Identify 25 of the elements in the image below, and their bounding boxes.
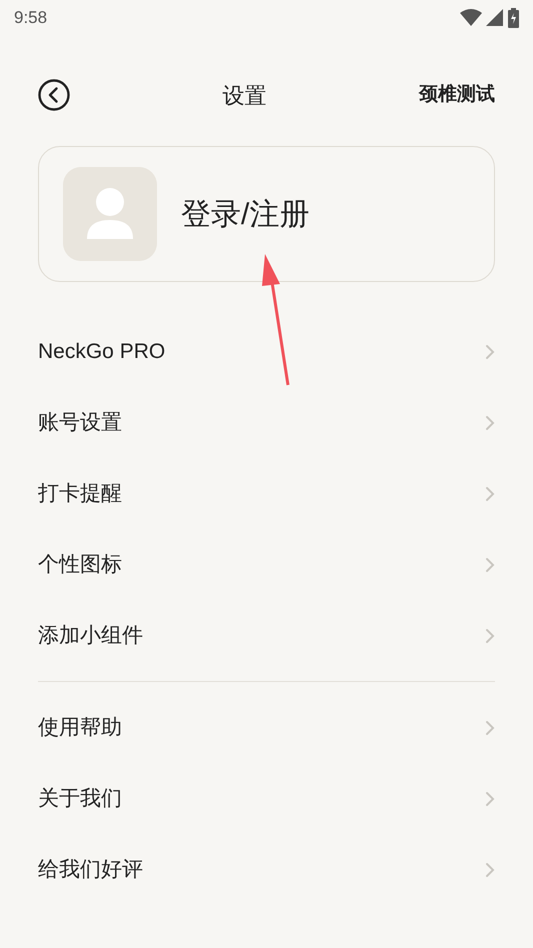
back-icon <box>38 79 70 111</box>
chevron-right-icon <box>485 628 495 644</box>
menu-item[interactable]: 给我们好评 <box>0 834 533 905</box>
status-time: 9:58 <box>14 7 48 30</box>
chevron-right-icon <box>485 862 495 878</box>
menu-item[interactable]: NeckGo PRO <box>0 316 533 387</box>
chevron-right-icon <box>485 790 495 806</box>
chevron-right-icon <box>485 556 495 572</box>
neck-test-button[interactable]: 颈椎测试 <box>419 80 495 110</box>
login-card[interactable]: 登录/注册 <box>38 146 495 282</box>
page-title: 设置 <box>222 82 266 110</box>
menu-item[interactable]: 账号设置 <box>0 387 533 458</box>
wifi-icon <box>460 9 482 27</box>
signal-icon <box>486 9 504 27</box>
chevron-right-icon <box>485 414 495 430</box>
back-button[interactable] <box>38 79 70 111</box>
menu-item[interactable]: 关于我们 <box>0 763 533 834</box>
menu-item[interactable]: 使用帮助 <box>0 692 533 763</box>
menu-item[interactable]: 打卡提醒 <box>0 458 533 529</box>
menu-item[interactable]: 个性图标 <box>0 529 533 600</box>
menu-item[interactable]: 添加小组件 <box>0 600 533 671</box>
chevron-right-icon <box>485 720 495 736</box>
battery-icon <box>508 8 519 28</box>
chevron-right-icon <box>485 486 495 502</box>
chevron-right-icon <box>485 344 495 360</box>
